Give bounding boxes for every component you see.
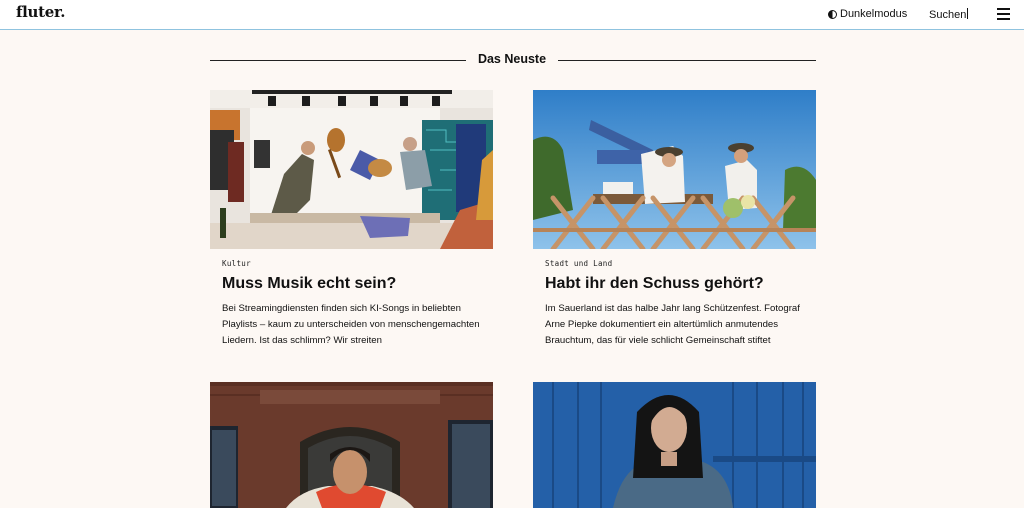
search-input[interactable]: Suchen (929, 8, 969, 21)
article-description: Bei Streamingdiensten finden sich KI-Son… (222, 303, 480, 346)
search-label: Suchen (929, 9, 967, 21)
darkmode-label: Dunkelmodus (840, 8, 908, 20)
article-card-schuetzenfest[interactable]: Stadt und Land Habt ihr den Schuss gehör… (533, 90, 816, 349)
article-title[interactable]: Habt ihr den Schuss gehört? (545, 274, 804, 293)
text-caret (967, 8, 969, 19)
article-image-portrait-blue[interactable] (533, 382, 816, 508)
article-category[interactable]: Kultur (222, 259, 481, 268)
article-card-music[interactable]: Kultur Muss Musik echt sein? Bei Streami… (210, 90, 493, 349)
hamburger-menu-icon[interactable] (997, 8, 1010, 20)
article-description: Im Sauerland ist das halbe Jahr lang Sch… (545, 303, 800, 346)
article-title[interactable]: Muss Musik echt sein? (222, 274, 481, 293)
article-image-schuetzenfest[interactable] (533, 90, 816, 249)
divider-line (558, 60, 816, 61)
darkmode-toggle[interactable]: Dunkelmodus (828, 8, 907, 20)
contrast-icon (828, 9, 837, 19)
site-header: fluter. Dunkelmodus Suchen (0, 0, 1024, 30)
site-logo[interactable]: fluter. (16, 3, 65, 21)
article-card-portrait-blue[interactable] (533, 382, 816, 508)
article-category[interactable]: Stadt und Land (545, 259, 804, 268)
article-image-portrait-clinic[interactable] (210, 382, 493, 508)
article-image-music[interactable] (210, 90, 493, 249)
divider-line (210, 60, 466, 61)
section-header: Das Neuste (210, 52, 816, 68)
article-card-portrait-clinic[interactable] (210, 382, 493, 508)
section-title: Das Neuste (477, 52, 547, 66)
